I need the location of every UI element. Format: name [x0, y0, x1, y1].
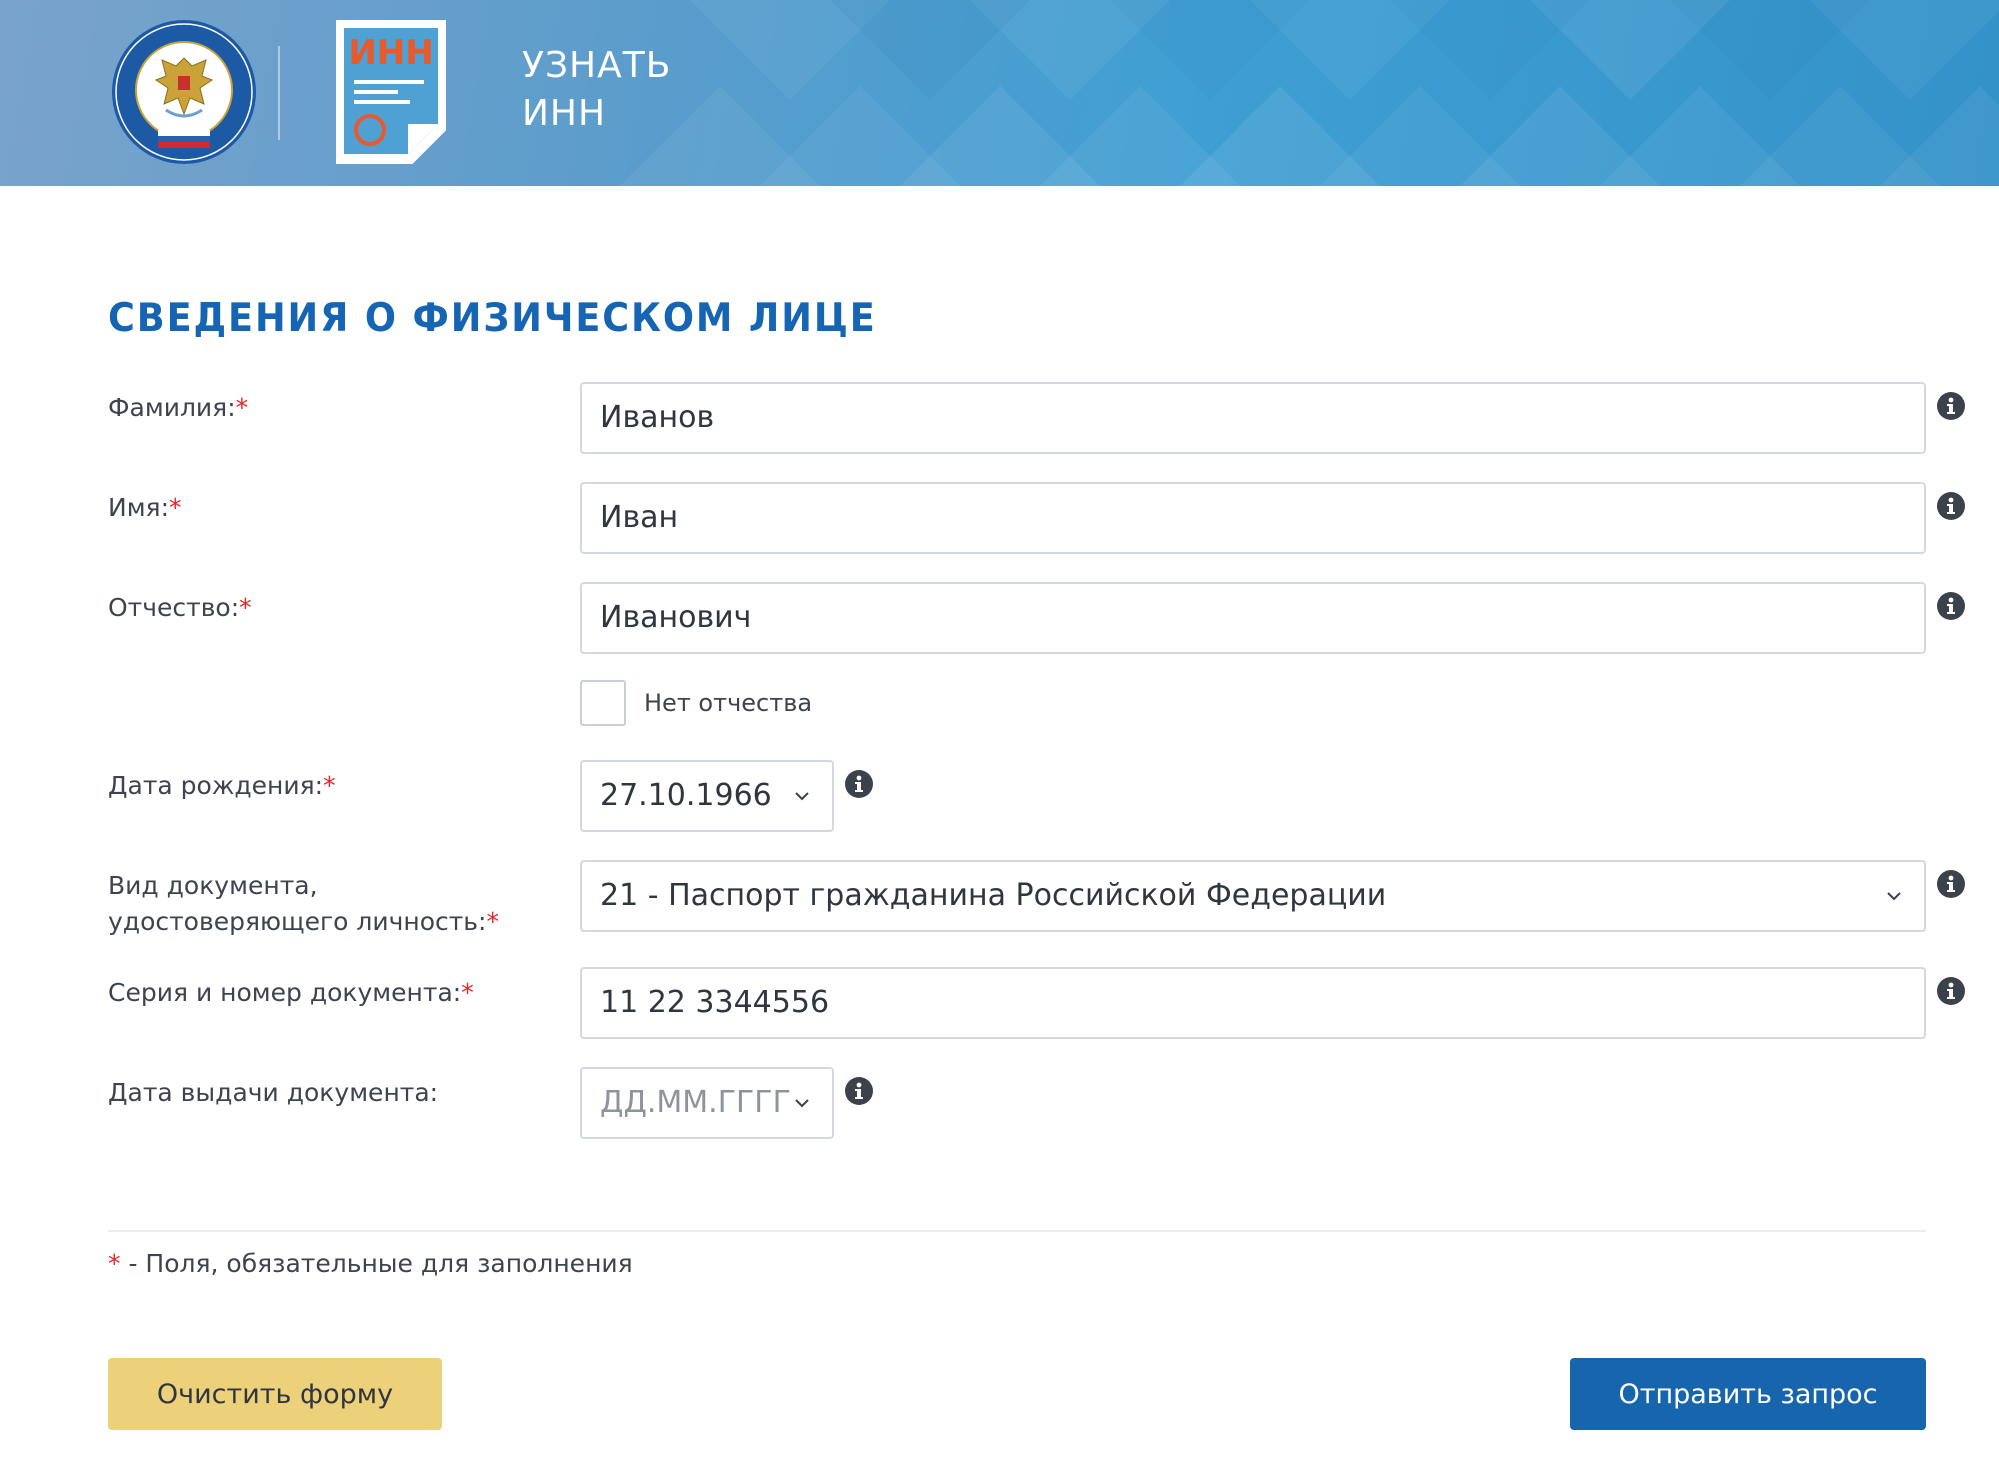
- required-marker: *: [235, 393, 249, 422]
- header-title-line2: ИНН: [522, 93, 607, 134]
- name-input[interactable]: Иван: [580, 482, 1926, 554]
- doc-badge-text: ИНН: [348, 33, 433, 73]
- header-diamond-pattern: [620, 0, 1999, 186]
- info-icon[interactable]: [1937, 392, 1965, 420]
- header-divider: [278, 46, 280, 140]
- required-fields-note: * - Поля, обязательные для заполнения: [108, 1249, 633, 1278]
- doc-number-input[interactable]: 11 22 3344556: [580, 967, 1926, 1039]
- submit-request-button[interactable]: Отправить запрос: [1570, 1358, 1926, 1430]
- required-marker: *: [486, 907, 499, 936]
- required-marker: *: [108, 1249, 121, 1278]
- emblem-icon[interactable]: [110, 18, 258, 166]
- info-icon[interactable]: [1937, 870, 1965, 898]
- birth-date-label: Дата рождения:*: [108, 771, 336, 800]
- issue-date-label: Дата выдачи документа:: [108, 1078, 439, 1107]
- info-icon[interactable]: [845, 770, 873, 798]
- site-header: ИНН УЗНАТЬ ИНН: [0, 0, 1999, 186]
- info-icon[interactable]: [1937, 977, 1965, 1005]
- header-title: УЗНАТЬ ИНН: [522, 42, 822, 138]
- no-patronymic-label[interactable]: Нет отчества: [644, 686, 812, 720]
- issue-date-placeholder: ДД.ММ.ГГГГ: [600, 1085, 791, 1120]
- required-marker: *: [239, 593, 252, 622]
- clear-form-button[interactable]: Очистить форму: [108, 1358, 442, 1430]
- doc-type-select[interactable]: 21 - Паспорт гражданина Российской Федер…: [580, 860, 1926, 932]
- doc-number-label: Серия и номер документа:*: [108, 978, 474, 1007]
- chevron-down-icon: [1887, 892, 1901, 901]
- surname-label: Фамилия:*: [108, 393, 249, 422]
- patronymic-label: Отчество:*: [108, 593, 252, 622]
- no-patronymic-checkbox[interactable]: [580, 680, 626, 726]
- issue-date-select[interactable]: ДД.ММ.ГГГГ: [580, 1067, 834, 1139]
- surname-input[interactable]: Иванов: [580, 382, 1926, 454]
- birth-date-select[interactable]: 27.10.1966: [580, 760, 834, 832]
- required-marker: *: [169, 493, 182, 522]
- form-divider: [108, 1230, 1926, 1232]
- patronymic-input[interactable]: Иванович: [580, 582, 1926, 654]
- page-title: СВЕДЕНИЯ О ФИЗИЧЕСКОМ ЛИЦЕ: [108, 296, 877, 341]
- required-marker: *: [323, 771, 336, 800]
- header-title-line1: УЗНАТЬ: [522, 45, 672, 86]
- info-icon[interactable]: [1937, 592, 1965, 620]
- info-icon[interactable]: [1937, 492, 1965, 520]
- name-label: Имя:*: [108, 493, 182, 522]
- required-marker: *: [461, 978, 474, 1007]
- chevron-down-icon: [795, 1099, 809, 1108]
- chevron-down-icon: [795, 792, 809, 801]
- inn-document-icon[interactable]: ИНН: [334, 18, 448, 166]
- info-icon[interactable]: [845, 1077, 873, 1105]
- doc-type-label: Вид документа, удостоверяющего личность:…: [108, 871, 499, 936]
